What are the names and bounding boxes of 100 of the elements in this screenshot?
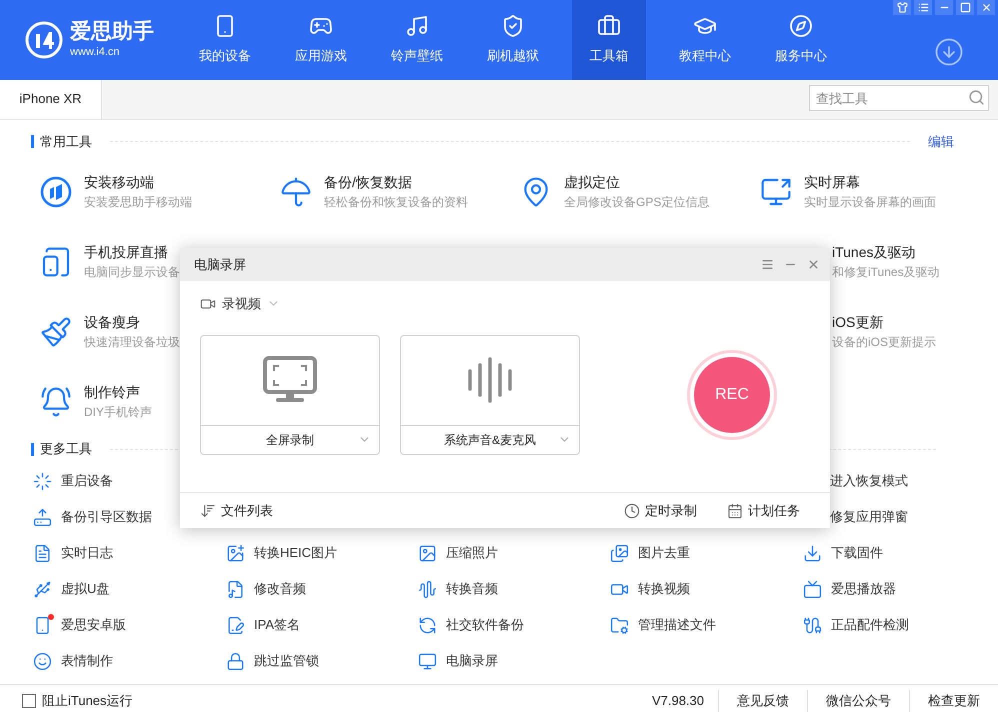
tool-link[interactable]: 转换视频	[638, 579, 690, 599]
lock-icon	[226, 652, 245, 670]
footer-link[interactable]: 意见反馈	[718, 690, 807, 712]
shield-icon	[501, 14, 525, 38]
tool-link[interactable]: 压缩照片	[446, 543, 498, 563]
signature-file-icon	[226, 616, 245, 634]
edit-link[interactable]: 编辑	[928, 132, 954, 152]
app-url: www.i4.cn	[70, 45, 121, 60]
nav-tab[interactable]: 我的设备	[188, 0, 262, 80]
footer-link[interactable]: 检查更新	[909, 690, 998, 712]
search-field[interactable]: 查找工具	[809, 85, 989, 111]
tool-description: DIY手机铃声	[84, 404, 152, 421]
umbrella-icon	[280, 176, 312, 208]
tool-title[interactable]: 手机投屏直播	[84, 242, 180, 262]
nav-tab[interactable]: 应用游戏	[284, 0, 358, 80]
source-dropdown[interactable]: 系统声音&麦克风	[401, 424, 579, 454]
monitor-icon	[418, 652, 437, 670]
nav-tab[interactable]: 服务中心	[764, 0, 838, 80]
tool-description: 轻松备份和恢复设备的资料	[324, 194, 468, 211]
source-dropdown[interactable]: 全屏录制	[201, 424, 379, 454]
images-icon	[610, 544, 629, 562]
nav-tab[interactable]: 工具箱	[572, 0, 646, 80]
tool-link[interactable]: 虚拟U盘	[61, 579, 110, 599]
tool-description: 和修复iTunes及驱动	[832, 264, 941, 281]
tool-description: 实时显示设备屏幕的画面	[804, 194, 936, 211]
close-icon[interactable]	[807, 258, 820, 271]
download-icon[interactable]	[934, 37, 964, 67]
checkbox-label: 阻止iTunes运行	[42, 692, 133, 710]
nav-tab[interactable]: 铃声壁纸	[380, 0, 454, 80]
music-icon	[405, 14, 429, 38]
nav-tab[interactable]: 教程中心	[668, 0, 742, 80]
tool-link[interactable]: 正品配件检测	[831, 615, 909, 635]
tool-link[interactable]: 爱思播放器	[831, 579, 896, 599]
tool-link[interactable]: IPA签名	[254, 615, 300, 635]
tool-link[interactable]: 爱思安卓版	[61, 615, 126, 635]
bell-icon	[40, 386, 72, 418]
cable-icon	[803, 616, 822, 634]
tool-link[interactable]: 电脑录屏	[446, 651, 498, 671]
tool-description: 快速清理设备垃圾	[84, 334, 180, 351]
music-file-icon	[226, 580, 245, 598]
version-label: V7.98.30	[652, 692, 705, 710]
tool-link[interactable]: 进入恢复模式	[830, 471, 908, 491]
tool-link[interactable]: 转换音频	[446, 579, 498, 599]
logo-icon	[24, 20, 64, 60]
logo-circle-icon	[40, 176, 72, 208]
tool-title[interactable]: 虚拟定位	[564, 172, 710, 192]
clock-icon	[624, 502, 640, 518]
tv-icon	[803, 580, 822, 598]
tool-link[interactable]: 实时日志	[61, 543, 113, 563]
tool-title[interactable]: iOS更新	[832, 312, 998, 332]
nav-tab[interactable]: 刷机越狱	[476, 0, 550, 80]
checkbox[interactable]	[22, 694, 36, 708]
menu-icon[interactable]	[761, 258, 774, 271]
image-plus-icon	[226, 544, 245, 562]
refresh-icon	[418, 616, 437, 634]
tool-title[interactable]: 备份/恢复数据	[324, 172, 468, 192]
folder-gear-icon	[610, 616, 629, 634]
tool-title[interactable]: 设备瘦身	[84, 312, 180, 332]
timer-button[interactable]: 定时录制	[624, 500, 697, 520]
usb-icon	[33, 580, 52, 598]
source-card[interactable]: 系统声音&麦克风	[400, 334, 580, 454]
brush-icon	[40, 316, 72, 348]
sort-list-icon	[200, 502, 216, 518]
search-icon	[968, 89, 985, 106]
upload-drive-icon	[33, 508, 52, 526]
monitor-icon	[263, 356, 317, 404]
device-tab[interactable]: iPhone XR	[0, 79, 102, 119]
tool-link[interactable]: 重启设备	[61, 471, 113, 491]
close-icon[interactable]	[977, 0, 995, 15]
tool-link[interactable]: 备份引导区数据	[61, 507, 152, 527]
tool-link[interactable]: 跳过监管锁	[254, 651, 319, 671]
file-list-button[interactable]: 文件列表	[200, 500, 273, 520]
sound-wave-icon	[467, 357, 513, 403]
tool-link[interactable]: 修改音频	[254, 579, 306, 599]
minimize-icon[interactable]	[935, 0, 953, 15]
tool-link[interactable]: 转换HEIC图片	[254, 543, 338, 563]
tool-link[interactable]: 修复应用弹窗	[830, 507, 908, 527]
tool-title[interactable]: 制作铃声	[84, 382, 152, 402]
tool-link[interactable]: 表情制作	[61, 651, 113, 671]
tool-title[interactable]: iTunes及驱动	[832, 242, 998, 262]
tool-description: 安装爱思助手移动端	[84, 194, 192, 211]
schedule-button[interactable]: 计划任务	[727, 500, 800, 520]
footer-link[interactable]: 微信公众号	[807, 690, 909, 712]
tool-title[interactable]: 安装移动端	[84, 172, 192, 192]
tool-link[interactable]: 下载固件	[831, 543, 883, 563]
tool-link[interactable]: 图片去重	[638, 543, 690, 563]
calendar-icon	[727, 502, 743, 518]
maximize-icon[interactable]	[956, 0, 974, 15]
dialog-title: 电脑录屏	[194, 256, 246, 274]
menu-icon[interactable]	[914, 0, 932, 15]
tool-link[interactable]: 管理描述文件	[638, 615, 716, 635]
screen-share-icon	[760, 176, 792, 208]
source-card[interactable]: 全屏录制	[200, 334, 380, 454]
tool-description: 设备的iOS更新提示	[832, 334, 938, 351]
section-title: 常用工具	[40, 132, 92, 151]
tool-description: 电脑同步显示设备	[84, 264, 180, 281]
shirt-icon[interactable]	[893, 0, 911, 15]
mode-dropdown[interactable]: 录视频	[200, 294, 280, 314]
tool-title[interactable]: 实时屏幕	[804, 172, 936, 192]
tool-link[interactable]: 社交软件备份	[446, 615, 524, 635]
